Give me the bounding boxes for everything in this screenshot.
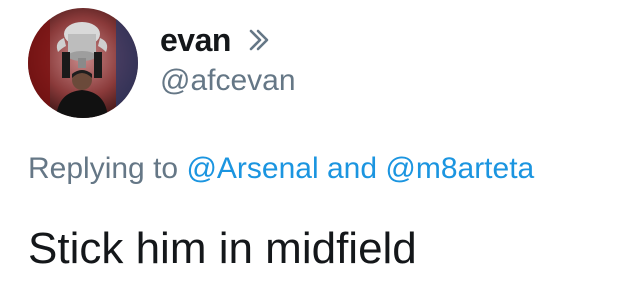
avatar[interactable] <box>28 8 138 118</box>
tweet-text: Stick him in midfield <box>28 224 417 273</box>
mention-conjunction[interactable]: and <box>327 152 377 185</box>
mention-m8arteta[interactable]: @m8arteta <box>385 152 534 185</box>
replying-to: Replying to @Arsenal and @m8arteta <box>28 152 534 186</box>
mention-arsenal[interactable]: @Arsenal <box>186 152 318 185</box>
avatar-image <box>28 8 138 118</box>
chevron-right-double-icon[interactable] <box>245 26 273 54</box>
display-name[interactable]: evan <box>160 22 231 59</box>
user-name-row: evan <box>160 20 273 60</box>
user-handle[interactable]: @afcevan <box>160 64 296 98</box>
replying-to-label: Replying to <box>28 152 179 185</box>
tweet-card: evan @afcevan Replying to @Arsenal and @… <box>0 0 634 292</box>
